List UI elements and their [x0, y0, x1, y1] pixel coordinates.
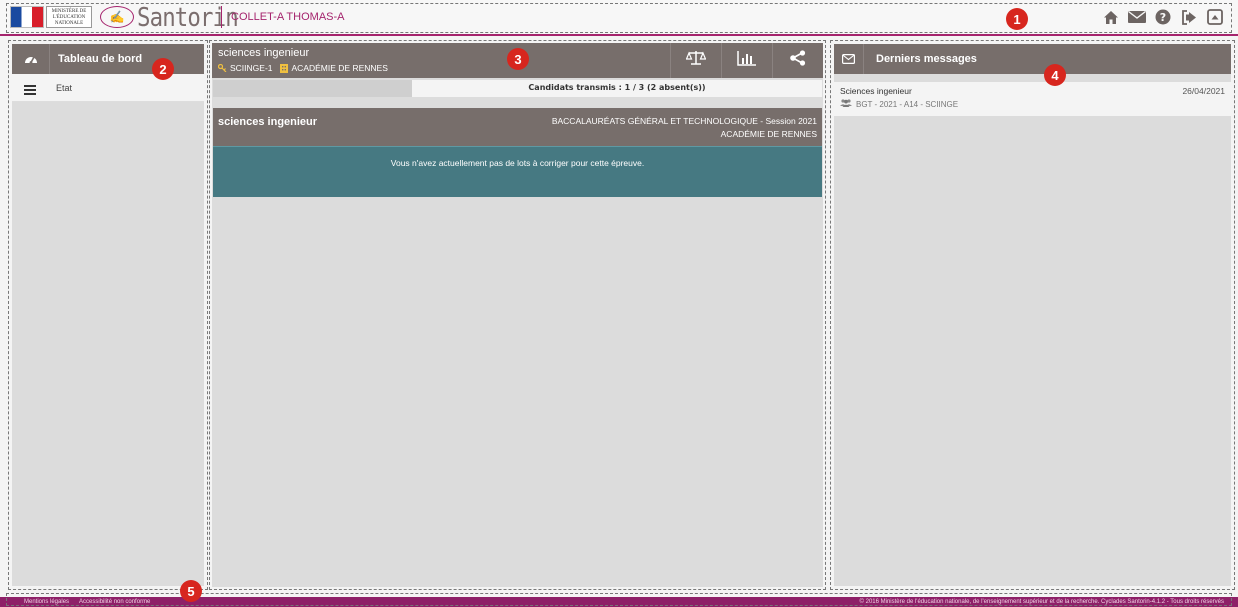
svg-text:?: ? — [1160, 11, 1166, 24]
exam-academy: ACADÉMIE DE RENNES — [720, 129, 817, 139]
callout-2: 2 — [152, 58, 174, 80]
envelope-outline-icon — [834, 44, 864, 74]
callout-5: 5 — [180, 580, 202, 602]
exam-panel-title: sciences ingenieur — [218, 47, 310, 59]
message-detail: BGT - 2021 - A14 - SCIINGE — [840, 99, 958, 109]
app-logo[interactable]: Santorin — [137, 3, 239, 33]
messages-title: Derniers messages — [876, 53, 977, 65]
exam-info: BACCALAURÉATS GÉNÉRAL ET TECHNOLOGIQUE -… — [552, 115, 817, 141]
exam-panel: sciences ingenieur SCIINGE-1 ACADÉMIE DE… — [212, 43, 823, 587]
group-icon — [840, 99, 852, 109]
exam-card: sciences ingenieur BACCALAURÉATS GÉNÉRAL… — [213, 108, 822, 146]
sidebar-item-label: Etat — [56, 83, 73, 93]
dashboard-title: Tableau de bord — [58, 53, 143, 65]
exam-session: BACCALAURÉATS GÉNÉRAL ET TECHNOLOGIQUE -… — [551, 116, 817, 126]
candidates-progress: Candidats transmis : 1 / 3 (2 absent(s)) — [213, 80, 822, 97]
messages-panel-header: Derniers messages — [834, 44, 1231, 74]
exam-code: SCIINGE-1 — [230, 63, 273, 73]
header-separator — [221, 6, 222, 28]
envelope-icon[interactable] — [1128, 8, 1146, 26]
accessibility-link[interactable]: Accessibilité non conforme — [79, 599, 150, 605]
dashboard-panel-header: Tableau de bord — [12, 44, 204, 74]
footer-links: Mentions légales Accessibilité non confo… — [24, 599, 150, 605]
user-name: COLLET-A THOMAS-A — [231, 11, 345, 23]
santorin-emblem-icon: ✍ — [100, 6, 134, 28]
exam-tags: SCIINGE-1 ACADÉMIE DE RENNES — [217, 63, 388, 73]
candidates-progress-fill — [213, 80, 412, 97]
message-date: 26/04/2021 — [1182, 86, 1225, 96]
collapse-icon[interactable] — [1206, 8, 1224, 26]
building-icon — [279, 64, 289, 73]
ministry-logo: MINISTÈRE DE L'ÉDUCATION NATIONALE — [46, 6, 92, 28]
balance-icon — [685, 50, 707, 71]
header-toolbar: ? — [1102, 8, 1224, 26]
no-lots-info-message: Vous n'avez actuellement pas de lots à c… — [213, 146, 822, 197]
menu-icon — [24, 82, 36, 100]
sidebar-item-etat[interactable]: Etat — [12, 74, 204, 102]
dashboard-panel: Tableau de bord Etat — [12, 44, 204, 586]
bar-chart-icon — [737, 50, 757, 71]
republique-francaise-logo — [10, 6, 44, 28]
statistics-button[interactable] — [721, 43, 772, 78]
callout-4: 4 — [1044, 64, 1066, 86]
home-icon[interactable] — [1102, 8, 1120, 26]
messages-panel: Derniers messages Sciences ingenieur 26/… — [834, 44, 1231, 586]
app-header: MINISTÈRE DE L'ÉDUCATION NATIONALE ✍ San… — [0, 0, 1238, 36]
legal-link[interactable]: Mentions légales — [24, 599, 69, 605]
key-icon — [217, 63, 227, 73]
help-icon[interactable]: ? — [1154, 8, 1172, 26]
copyright: © 2016 Ministère de l'éducation national… — [859, 599, 1224, 605]
dashboard-gauge-icon — [12, 44, 50, 74]
callout-1: 1 — [1006, 8, 1028, 30]
share-icon — [789, 50, 807, 71]
balance-button[interactable] — [670, 43, 721, 78]
candidates-status: Candidats transmis : 1 / 3 (2 absent(s)) — [528, 83, 706, 92]
message-subject: Sciences ingenieur — [840, 86, 912, 96]
message-item[interactable]: Sciences ingenieur 26/04/2021 BGT - 2021… — [834, 82, 1231, 116]
logout-icon[interactable] — [1180, 8, 1198, 26]
exam-toolbar — [670, 43, 823, 78]
share-button[interactable] — [772, 43, 823, 78]
exam-title: sciences ingenieur — [218, 116, 318, 128]
ministry-logo-text: MINISTÈRE DE L'ÉDUCATION NATIONALE — [51, 9, 87, 26]
exam-academy-tag: ACADÉMIE DE RENNES — [291, 63, 388, 73]
message-detail-text: BGT - 2021 - A14 - SCIINGE — [856, 99, 959, 109]
callout-3: 3 — [507, 48, 529, 70]
